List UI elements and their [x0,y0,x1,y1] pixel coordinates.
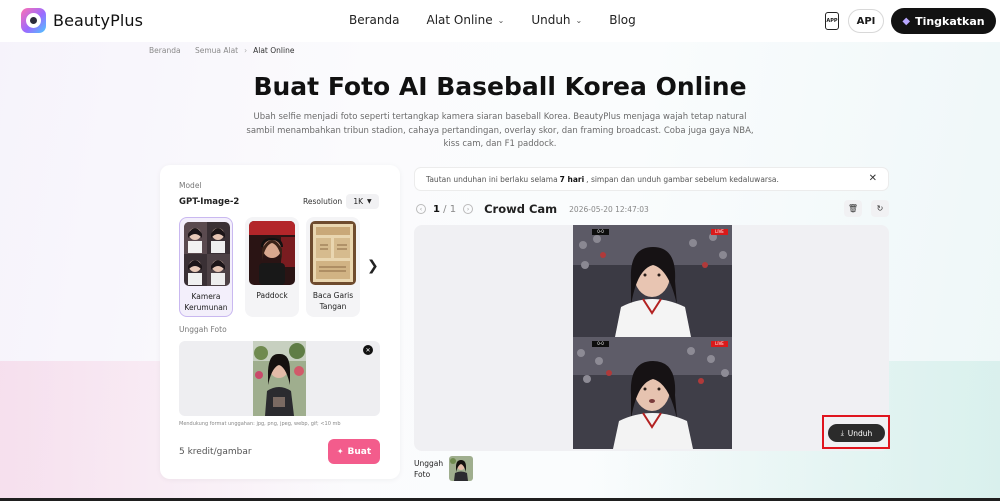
nav-unduh[interactable]: Unduh ⌄ [531,13,582,27]
download-button[interactable]: ⤓ Unduh [828,424,885,442]
nav-label: Alat Online [426,13,493,27]
app-download-icon[interactable]: APP [825,12,839,30]
close-icon[interactable]: ✕ [363,345,373,355]
resolution-select[interactable]: 1K ▼ [346,194,379,209]
chevron-down-icon: ⌄ [497,15,505,25]
result-timestamp: 2026-05-20 12:47:03 [569,204,649,214]
source-upload-label: Unggah Foto [414,458,448,480]
nav-label: Unduh [531,13,571,27]
next-result-button[interactable]: › [463,204,474,214]
breadcrumb: Beranda Semua Alat › Alat Online [149,46,294,55]
style-label: Paddock [256,291,288,300]
style-thumbnail-crowd-cam [184,222,230,286]
style-label: Baca Garis Tangan [312,291,354,311]
brand-name: BeautyPlus [53,11,144,30]
live-badge: LIVE [711,229,728,235]
beautyplus-logo-icon [21,8,46,33]
score-overlay: 0-0 [592,341,609,347]
nav-alat-online[interactable]: Alat Online ⌄ [426,13,504,27]
result-frame-top: 0-0 LIVE [573,225,732,337]
top-navbar: BeautyPlus Beranda Alat Online ⌄ Unduh ⌄ B… [0,0,1000,42]
live-badge: LIVE [711,341,728,347]
generator-panel: Model GPT-Image-2 Resolution 1K ▼ Kamera… [160,165,400,479]
resolution-value: 1K [353,197,364,206]
current-page: 1 [433,203,440,215]
page-title: Buat Foto AI Baseball Korea Online [253,72,747,101]
result-frame-bottom: 0-0 LIVE [573,337,732,449]
download-icon: ⤓ [840,428,844,437]
breadcrumb-current: Alat Online [253,46,295,55]
nav-label: Blog [609,13,636,27]
model-label: Model [179,181,202,190]
close-icon[interactable]: ✕ [869,173,877,184]
notice-text-before: Tautan unduhan ini berlaku selama [426,174,558,184]
nav-label: Beranda [349,13,400,27]
create-button[interactable]: ✦ Buat [328,439,380,464]
upload-tag-text: Unggah Foto [414,459,444,479]
chevron-down-icon: ▼ [367,198,372,205]
chevron-right-icon[interactable]: ❯ [367,258,379,274]
model-selector[interactable]: GPT-Image-2 [179,197,239,207]
source-photo-thumbnail[interactable] [449,456,473,481]
download-label: Unduh [847,428,873,438]
result-canvas: 0-0 LIVE 0-0 LIVE [414,225,889,451]
diamond-icon: ◆ [902,15,911,27]
result-page-counter: 1 / 1 [433,204,456,215]
main-nav: Beranda Alat Online ⌄ Unduh ⌄ Blog [349,13,663,27]
breadcrumb-all-tools[interactable]: Semua Alat [195,46,238,55]
page-subtitle: Ubah selfie menjadi foto seperti tertang… [246,112,754,149]
credit-cost: 5 kredit/gambar [179,447,252,457]
generated-image[interactable]: 0-0 LIVE 0-0 LIVE [573,225,732,449]
upload-dropzone[interactable]: ✕ [179,341,380,416]
chevron-right-icon: › [244,46,248,55]
chevron-down-icon: ⌄ [575,15,583,25]
expiry-notice: Tautan unduhan ini berlaku selama 7 hari… [414,167,889,191]
format-note: Mendukung format unggahan: jpg, png, jpe… [179,421,341,427]
notice-days: 7 hari [559,174,585,184]
regenerate-icon[interactable]: ↻ [871,200,889,217]
style-card-palm-reading[interactable]: Baca Garis Tangan [306,217,360,317]
result-style-name: Crowd Cam [484,202,558,216]
breadcrumb-separator [187,46,189,55]
style-thumbnail-palm-reading [310,221,356,285]
create-label: Buat [347,446,372,457]
style-label: Kamera Kerumunan [184,292,228,312]
api-button[interactable]: API [848,9,884,33]
nav-blog[interactable]: Blog [609,13,636,27]
score-overlay: 0-0 [592,229,609,235]
sparkle-icon: ✦ [336,447,344,456]
uploaded-photo [253,341,306,416]
trash-icon[interactable]: 🗑 [844,200,862,217]
notice-text-after: , simpan dan unduh gambar sebelum kedalu… [586,174,779,184]
style-card-crowd-cam[interactable]: Kamera Kerumunan [179,217,233,317]
result-navigation: ‹ 1 / 1 › Crowd Cam 2026-05-20 12:47:03 [416,202,649,216]
page-separator: / [443,203,447,215]
upload-label: Unggah Foto [179,325,227,334]
brand-logo[interactable]: BeautyPlus [21,8,143,33]
previous-result-button[interactable]: ‹ [416,204,426,214]
total-pages: 1 [449,203,457,215]
style-thumbnail-paddock [249,221,295,285]
upgrade-label: Tingkatkan [915,14,985,28]
style-card-paddock[interactable]: Paddock [245,217,299,317]
breadcrumb-home[interactable]: Beranda [149,46,181,55]
nav-beranda[interactable]: Beranda [349,13,399,27]
upgrade-button[interactable]: ◆ Tingkatkan [891,8,996,34]
resolution-label: Resolution [303,197,343,206]
